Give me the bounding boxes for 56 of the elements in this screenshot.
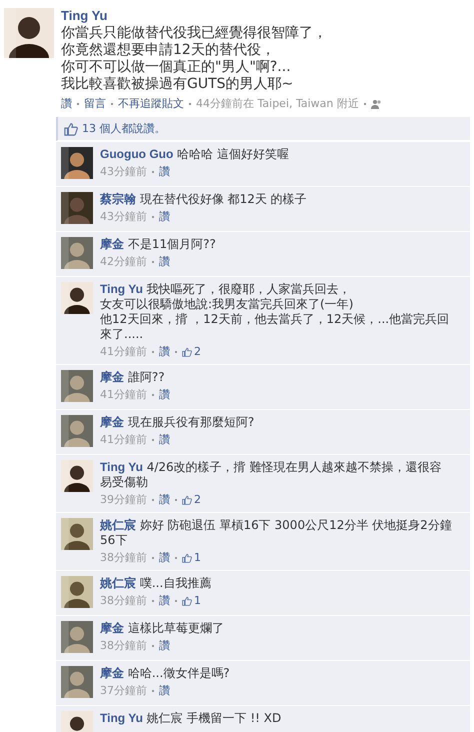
like-count[interactable]: 1 <box>182 594 201 607</box>
likes-summary[interactable]: 13 個人都說讚。 <box>82 121 166 136</box>
comment-text: 姚仁宸 噗...自我推薦 <box>100 576 212 591</box>
like-link[interactable]: 讚 <box>159 593 170 608</box>
post-text-line: 我比較喜歡被操過有GUTS的男人耶~ <box>61 76 294 93</box>
action-link[interactable]: 不再追蹤貼文 <box>118 96 184 111</box>
comment-time: 41分鐘前 <box>100 344 147 359</box>
comment-text: Ting Yu 我快嘔死了，很廢耶，人家當兵回去， <box>100 282 352 297</box>
comment-text: 摩金 不是11個月阿?? <box>100 237 217 252</box>
like-count[interactable]: 2 <box>182 493 201 506</box>
comment-time: 43分鐘前 <box>100 164 147 179</box>
comment-text: 蔡宗翰 現在替代役好像 都12天 的樣子 <box>100 192 308 207</box>
post-text-line: 你竟然還想要申請12天的替代役， <box>61 42 276 59</box>
action-link[interactable]: 讚 <box>61 96 72 111</box>
timestamp: 44分鐘前在 Taipei, Taiwan 附近 <box>196 96 359 111</box>
like-link[interactable]: 讚 <box>159 432 170 447</box>
comment-time: 37分鐘前 <box>100 683 147 698</box>
like-link[interactable]: 讚 <box>159 492 170 507</box>
comment-time: 41分鐘前 <box>100 387 147 402</box>
comment-time: 42分鐘前 <box>100 254 147 269</box>
people-icon <box>370 98 382 108</box>
comment-text: 摩金 現在服兵役有那麼短阿? <box>100 415 256 430</box>
comment-text: Ting Yu 4/26改的樣子，揹 難怪現在男人越來越不禁操，還很容易受傷勒 <box>100 460 442 490</box>
comment-text: 摩金 誰阿?? <box>100 370 166 385</box>
like-link[interactable]: 讚 <box>159 638 170 653</box>
post-text-line: 你當兵只能做替代役我已經覺得很智障了， <box>61 25 328 42</box>
thumbs-up-icon <box>64 122 78 136</box>
thumbs-up-icon <box>182 552 192 562</box>
like-count[interactable]: 1 <box>182 551 201 564</box>
comment-time: 41分鐘前 <box>100 432 147 447</box>
like-link[interactable]: 讚 <box>159 254 170 269</box>
like-link[interactable]: 讚 <box>159 387 170 402</box>
comment-text: 他12天回來，揹 ，12天前，他去當兵了，12天候，...他當完兵回來了..... <box>100 312 450 342</box>
comment-text: 女友可以很驕傲地說:我男友當完兵回來了(一年) <box>100 297 354 312</box>
post-text-line: 你可不可以做一個真正的"男人"啊?... <box>61 59 292 76</box>
like-link[interactable]: 讚 <box>159 209 170 224</box>
comment-text: 摩金 這樣比草莓更爛了 <box>100 621 225 636</box>
thumbs-up-icon <box>182 346 192 356</box>
author-name[interactable]: Ting Yu <box>61 8 470 23</box>
comment-text: 摩金 哈哈...徵女伴是嗎? <box>100 666 231 681</box>
comment-time: 38分鐘前 <box>100 550 147 565</box>
action-link[interactable]: 留言 <box>84 96 106 111</box>
like-count[interactable]: 2 <box>182 345 201 358</box>
comment-time: 38分鐘前 <box>100 638 147 653</box>
comment-text: Ting Yu 姚仁宸 手機留一下 !! XD <box>100 711 282 726</box>
comment-text: Guoguo Guo 哈哈哈 這個好好笑喔 <box>100 147 290 162</box>
comment-text: 姚仁宸 妳好 防砲退伍 單槓16下 3000公尺12分半 伏地挺身2分鐘56下 <box>100 518 452 548</box>
comment-time: 38分鐘前 <box>100 593 147 608</box>
thumbs-up-icon <box>182 596 192 606</box>
thumbs-up-icon <box>182 494 192 504</box>
like-link[interactable]: 讚 <box>159 344 170 359</box>
comment-time: 39分鐘前 <box>100 492 147 507</box>
like-link[interactable]: 讚 <box>159 550 170 565</box>
comment-time: 43分鐘前 <box>100 209 147 224</box>
like-link[interactable]: 讚 <box>159 683 170 698</box>
like-link[interactable]: 讚 <box>159 164 170 179</box>
